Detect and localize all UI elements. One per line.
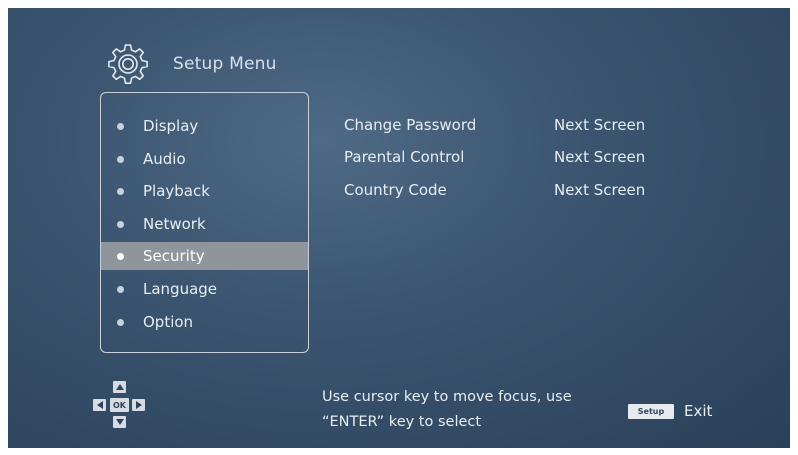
help-line-1: Use cursor key to move focus, use	[322, 389, 572, 405]
menu-item-network[interactable]: Network	[101, 210, 308, 238]
option-parental-control[interactable]: Parental Control	[344, 147, 464, 167]
menu-item-audio[interactable]: Audio	[101, 145, 308, 173]
menu-item-security[interactable]: Security	[101, 242, 308, 270]
menu-item-label: Network	[143, 215, 206, 233]
menu-item-label: Security	[143, 247, 205, 265]
arrow-up-icon	[113, 381, 126, 393]
help-line-2: “ENTER” key to select	[322, 414, 482, 430]
setup-screen: Setup Menu Display Audio Playback Networ…	[8, 8, 790, 448]
option-change-password[interactable]: Change Password	[344, 115, 476, 135]
help-text: Use cursor key to move focus, use “ENTER…	[322, 385, 592, 435]
menu-item-label: Language	[143, 280, 218, 298]
setup-category-list: Display Audio Playback Network Security …	[100, 92, 309, 353]
arrow-right-icon	[132, 399, 145, 411]
gear-icon	[108, 44, 148, 84]
menu-item-label: Audio	[143, 150, 186, 168]
menu-item-label: Playback	[143, 182, 210, 200]
setup-key-icon: Setup	[628, 404, 674, 419]
menu-item-playback[interactable]: Playback	[101, 177, 308, 205]
option-change-password-value: Next Screen	[554, 116, 646, 134]
arrow-down-icon	[113, 416, 126, 428]
menu-item-option[interactable]: Option	[101, 308, 308, 336]
bullet-icon	[117, 122, 124, 130]
menu-item-display[interactable]: Display	[101, 112, 308, 140]
bullet-icon	[117, 187, 124, 195]
menu-item-label: Display	[143, 117, 199, 135]
option-country-code-value: Next Screen	[554, 181, 646, 199]
bullet-icon	[117, 318, 124, 326]
bullet-icon	[117, 285, 124, 293]
dpad-icon: OK	[92, 379, 148, 431]
bullet-icon	[117, 252, 124, 260]
menu-item-label: Option	[143, 313, 194, 331]
arrow-left-icon	[93, 399, 106, 411]
ok-key-icon: OK	[110, 398, 129, 412]
page-title: Setup Menu	[173, 54, 277, 74]
header: Setup Menu	[106, 42, 277, 86]
exit-label: Exit	[684, 402, 713, 420]
bullet-icon	[117, 220, 124, 228]
option-country-code[interactable]: Country Code	[344, 180, 447, 200]
option-parental-control-value: Next Screen	[554, 148, 646, 166]
menu-item-language[interactable]: Language	[101, 275, 308, 303]
bullet-icon	[117, 155, 124, 163]
